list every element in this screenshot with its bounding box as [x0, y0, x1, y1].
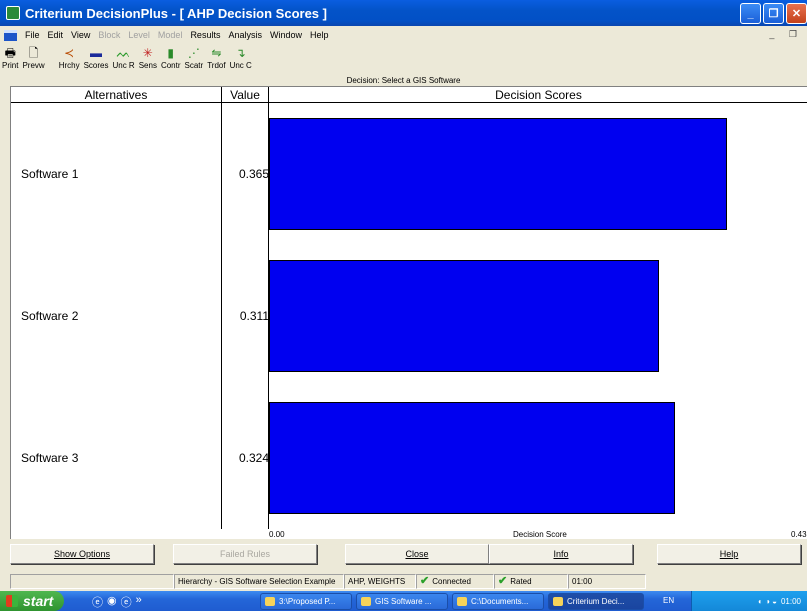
status-connected: ✔ Connected: [416, 574, 494, 589]
menu-analysis[interactable]: Analysis: [224, 30, 266, 40]
check-icon: ✔: [498, 575, 508, 587]
menu-bar: File Edit View Block Level Model Results…: [0, 26, 807, 44]
failed-rules-button[interactable]: Failed Rules: [173, 544, 317, 564]
preview-icon: 🗋: [28, 46, 39, 60]
close-window-button[interactable]: ✕: [786, 3, 807, 24]
window-title: Criterium DecisionPlus - [ AHP Decision …: [25, 5, 327, 21]
quick-launch: ⓔ ◉ ⓔ »: [92, 594, 142, 610]
scores-tool[interactable]: ▬ Scores: [84, 44, 109, 70]
menu-help[interactable]: Help: [306, 30, 333, 40]
score-bar: [269, 118, 727, 230]
windows-logo-icon: [6, 595, 18, 607]
app-icon[interactable]: [6, 6, 20, 20]
status-method: AHP, WEIGHTS: [344, 574, 416, 589]
divider: [221, 87, 222, 529]
menu-model[interactable]: Model: [154, 30, 187, 40]
menu-view[interactable]: View: [67, 30, 94, 40]
status-bar: Hierarchy - GIS Software Selection Examp…: [0, 572, 807, 591]
uncertainty-icon: ᨓ: [116, 46, 131, 60]
print-tool[interactable]: 🖶 Print: [2, 44, 18, 70]
preview-tool[interactable]: 🗋 Prevw: [22, 44, 44, 70]
maximize-button[interactable]: ❐: [763, 3, 784, 24]
score-value-label: 0.311: [239, 309, 269, 323]
menu-block[interactable]: Block: [94, 30, 124, 40]
status-rated: ✔ Rated: [494, 574, 568, 589]
language-indicator[interactable]: EN: [663, 596, 674, 605]
help-button[interactable]: Help: [657, 544, 801, 564]
media-icon[interactable]: ◉: [107, 594, 117, 610]
hierarchy-tool[interactable]: ≺ Hrchy: [59, 44, 80, 70]
tray-icons[interactable]: ◐ ◑ ◒: [758, 597, 777, 606]
system-tray: ◐ ◑ ◒ 01:00: [691, 591, 807, 611]
start-button[interactable]: start: [0, 591, 64, 611]
mdi-window-controls[interactable]: _ ❐: [769, 29, 803, 40]
decision-scores-header: Decision Scores: [269, 87, 807, 103]
button-row: Show Options Failed Rules Close Info Hel…: [0, 542, 807, 566]
menu-results[interactable]: Results: [186, 30, 224, 40]
alternatives-header: Alternatives: [11, 87, 221, 103]
scores-icon: ▬: [90, 46, 103, 60]
hierarchy-icon: ≺: [64, 46, 75, 60]
menu-edit[interactable]: Edit: [44, 30, 68, 40]
chevron-right-icon[interactable]: »: [136, 594, 142, 610]
scatter-icon: ⋰: [187, 46, 200, 60]
menu-file[interactable]: File: [21, 30, 44, 40]
unc-r-tool[interactable]: ᨓ Unc R: [112, 44, 134, 70]
score-value-label: 0.365: [238, 167, 269, 181]
uncertainty-c-icon: ↴: [235, 46, 246, 60]
x-axis-label: Decision Score: [513, 530, 567, 539]
browser-icon[interactable]: ⓔ: [121, 594, 132, 610]
show-options-button[interactable]: Show Options: [10, 544, 154, 564]
menu-level[interactable]: Level: [124, 30, 154, 40]
sens-tool[interactable]: ✳ Sens: [139, 44, 157, 70]
menu-window[interactable]: Window: [266, 30, 306, 40]
alternative-label: Software 3: [21, 451, 79, 465]
status-empty: [10, 574, 174, 589]
ie-icon[interactable]: ⓔ: [92, 594, 103, 610]
alternative-label: Software 2: [21, 309, 79, 323]
contr-tool[interactable]: ▮ Contr: [161, 44, 181, 70]
taskbar-item[interactable]: 3:\Proposed P...: [260, 593, 352, 610]
clock: 01:00: [780, 596, 801, 606]
x-tick-start: 0.00: [269, 530, 285, 539]
minimize-button[interactable]: _: [740, 3, 761, 24]
trdof-tool[interactable]: ⇋ Trdof: [207, 44, 225, 70]
score-bar: [269, 260, 659, 372]
status-hierarchy: Hierarchy - GIS Software Selection Examp…: [174, 574, 344, 589]
tradeoff-icon: ⇋: [211, 46, 222, 60]
close-button[interactable]: Close: [345, 544, 489, 564]
score-bar: [269, 402, 675, 514]
sensitivity-icon: ✳: [142, 46, 153, 60]
taskbar: start ⓔ ◉ ⓔ » 3:\Proposed P... GIS Softw…: [0, 591, 807, 611]
contributions-icon: ▮: [167, 46, 175, 60]
info-button[interactable]: Info: [489, 544, 633, 564]
x-tick-end: 0.43: [791, 530, 807, 539]
toolbar: 🖶 Print 🗋 Prevw ≺ Hrchy ▬ Scores ᨓ Unc R…: [0, 44, 807, 74]
taskbar-item[interactable]: GIS Software ...: [356, 593, 448, 610]
decision-label: Decision: Select a GIS Software: [346, 76, 461, 85]
taskbar-item-active[interactable]: Criterium Deci...: [548, 593, 644, 610]
taskbar-item[interactable]: C:\Documents...: [452, 593, 544, 610]
value-header: Value: [221, 87, 269, 103]
title-bar: Criterium DecisionPlus - [ AHP Decision …: [0, 0, 807, 26]
status-time: 01:00: [568, 574, 646, 589]
printer-icon: 🖶: [4, 46, 16, 60]
scores-panel: Alternatives Value Decision Scores Softw…: [10, 86, 807, 539]
score-value-label: 0.324: [238, 451, 269, 465]
alternative-label: Software 1: [21, 167, 79, 181]
check-icon: ✔: [420, 575, 430, 587]
scatr-tool[interactable]: ⋰ Scatr: [185, 44, 204, 70]
document-icon[interactable]: [4, 29, 17, 41]
unc-c-tool[interactable]: ↴ Unc C: [230, 44, 252, 70]
